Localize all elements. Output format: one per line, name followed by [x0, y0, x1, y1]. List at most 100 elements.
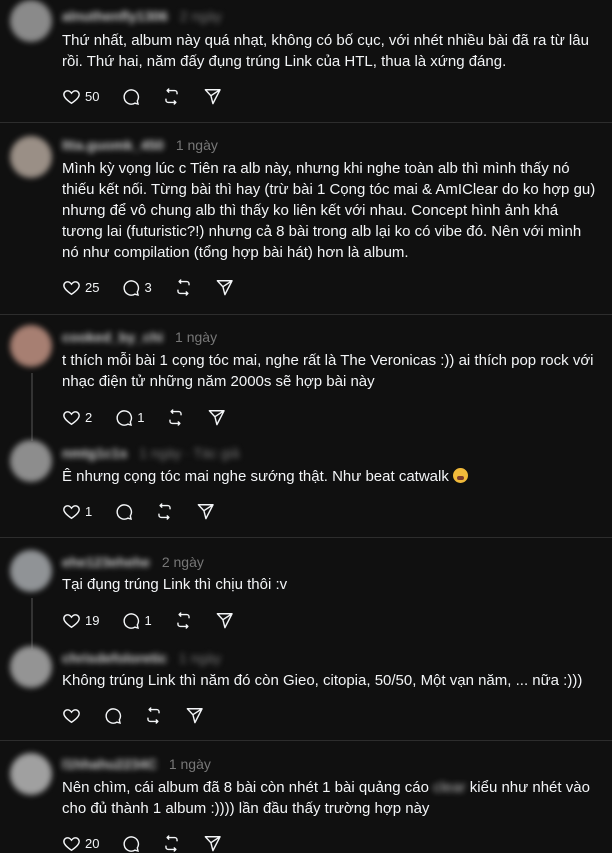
like-count: 20 — [85, 835, 100, 851]
send-icon — [205, 88, 222, 104]
share-button[interactable] — [185, 706, 204, 725]
comment-icon — [123, 88, 140, 105]
post: ehe123ehehe 2 ngày Tại đụng trúng Link t… — [0, 538, 612, 650]
repost-icon — [176, 278, 190, 296]
share-button[interactable] — [207, 408, 226, 427]
like-count: 1 — [85, 503, 93, 519]
comment-icon — [123, 279, 140, 296]
share-button[interactable] — [215, 278, 234, 297]
timestamp: 1 ngày · Tác giả — [139, 445, 240, 461]
like-button[interactable]: 50 — [62, 87, 99, 106]
reply-button[interactable] — [103, 706, 122, 725]
repost-button[interactable] — [166, 408, 185, 427]
post-meta: cooked_by_chi 1 ngày — [62, 329, 217, 345]
reply-count: 1 — [137, 409, 145, 425]
heart-icon — [63, 613, 80, 628]
like-count: 25 — [85, 279, 100, 295]
timestamp: 1 ngày — [178, 650, 221, 666]
like-button[interactable]: 1 — [62, 502, 92, 521]
avatar[interactable] — [10, 646, 52, 688]
post-meta: alnuthenfly1306 2 ngày — [62, 8, 222, 24]
post: alnuthenfly1306 2 ngày Thứ nhất, album n… — [0, 0, 612, 122]
post-text: Tại đụng trúng Link thì chịu thôi :v — [62, 576, 288, 593]
reply-button[interactable] — [121, 87, 140, 106]
share-button[interactable] — [203, 87, 222, 106]
post-meta: nmtg1c1s 1 ngày · Tác giả — [62, 445, 239, 461]
post-text: Mình kỳ vọng lúc c Tiên ra alb này, nhưn… — [62, 160, 596, 261]
username[interactable]: ltta.guomk_450 — [62, 137, 164, 153]
like-count: 19 — [85, 612, 100, 628]
avatar[interactable] — [10, 136, 52, 178]
avatar[interactable] — [10, 550, 52, 592]
username[interactable]: alnuthenfly1306 — [62, 8, 168, 24]
action-bar: 50 — [62, 86, 244, 106]
timestamp: 1 ngày — [175, 137, 218, 153]
like-button[interactable]: 25 — [62, 278, 99, 297]
action-bar: 2 1 — [62, 407, 248, 427]
post: cooked_by_chi 1 ngày t thích mỗi bài 1 c… — [0, 315, 612, 441]
send-icon — [209, 409, 226, 425]
reply-button[interactable]: 3 — [121, 278, 152, 297]
username[interactable]: nmtg1c1s — [62, 445, 127, 461]
repost-button[interactable] — [144, 706, 163, 725]
post-text: Không trúng Link thì năm đó còn Gieo, ci… — [62, 672, 583, 689]
post-text: Ê nhưng cọng tóc mai nghe sướng thật. Nh… — [62, 466, 602, 487]
post-meta: l1hhahu2234C 1 ngày — [62, 756, 211, 772]
heart-icon — [63, 410, 80, 425]
heart-icon — [63, 89, 80, 104]
action-bar: 25 3 — [62, 277, 256, 297]
heart-icon — [63, 280, 80, 295]
avatar[interactable] — [10, 0, 52, 42]
comment-icon — [116, 409, 133, 426]
reply-count: 3 — [144, 279, 152, 295]
avatar[interactable] — [10, 753, 52, 795]
comment-icon — [116, 503, 133, 520]
action-bar: 20 — [62, 833, 244, 853]
share-button[interactable] — [196, 502, 215, 521]
post: nmtg1c1s 1 ngày · Tác giả Ê nhưng cọng t… — [0, 435, 612, 537]
timestamp: 1 ngày — [168, 756, 211, 772]
avatar[interactable] — [10, 440, 52, 482]
reply-count: 1 — [144, 612, 152, 628]
post-text: Nên chìm, cái album đã 8 bài còn nhét 1 … — [62, 777, 602, 819]
reply-button[interactable]: 1 — [114, 408, 144, 427]
heart-icon — [63, 504, 80, 519]
like-count: 50 — [85, 88, 100, 104]
post: chrisdefoloretic 1 ngày Không trúng Link… — [0, 640, 612, 740]
send-icon — [216, 612, 233, 628]
like-button[interactable]: 2 — [62, 408, 92, 427]
username[interactable]: l1hhahu2234C — [62, 756, 157, 772]
like-count: 2 — [85, 409, 93, 425]
send-icon — [186, 707, 203, 723]
post-meta: ltta.guomk_450 1 ngày — [62, 137, 218, 153]
repost-button[interactable] — [155, 502, 174, 521]
thread-line — [31, 373, 33, 441]
repost-button[interactable] — [174, 278, 193, 297]
repost-icon — [158, 502, 171, 520]
repost-button[interactable] — [162, 87, 181, 106]
username[interactable]: chrisdefoloretic — [62, 650, 167, 666]
like-button[interactable]: 19 — [62, 611, 99, 630]
share-button[interactable] — [215, 611, 234, 630]
like-button[interactable] — [62, 706, 81, 725]
repost-icon — [147, 706, 160, 724]
post: ltta.guomk_450 1 ngày Mình kỳ vọng lúc c… — [0, 123, 612, 314]
reply-button[interactable] — [114, 502, 133, 521]
post-text: Thứ nhất, album này quá nhạt, không có b… — [62, 32, 589, 70]
action-bar: 1 — [62, 501, 237, 521]
post: l1hhahu2234C 1 ngày Nên chìm, cái album … — [0, 741, 612, 853]
avatar[interactable] — [10, 325, 52, 367]
blurred-word: clear — [428, 779, 470, 796]
repost-button[interactable] — [174, 611, 193, 630]
send-icon — [216, 279, 233, 295]
repost-icon — [169, 408, 183, 426]
post-meta: ehe123ehehe 2 ngày — [62, 554, 204, 570]
heart-icon — [63, 708, 80, 723]
comment-icon — [123, 612, 140, 629]
username[interactable]: ehe123ehehe — [62, 554, 150, 570]
reply-button[interactable]: 1 — [121, 611, 152, 630]
send-icon — [197, 503, 214, 519]
timestamp: 2 ngày — [179, 8, 222, 24]
scream-emoji-icon — [453, 468, 469, 483]
username[interactable]: cooked_by_chi — [62, 329, 163, 345]
